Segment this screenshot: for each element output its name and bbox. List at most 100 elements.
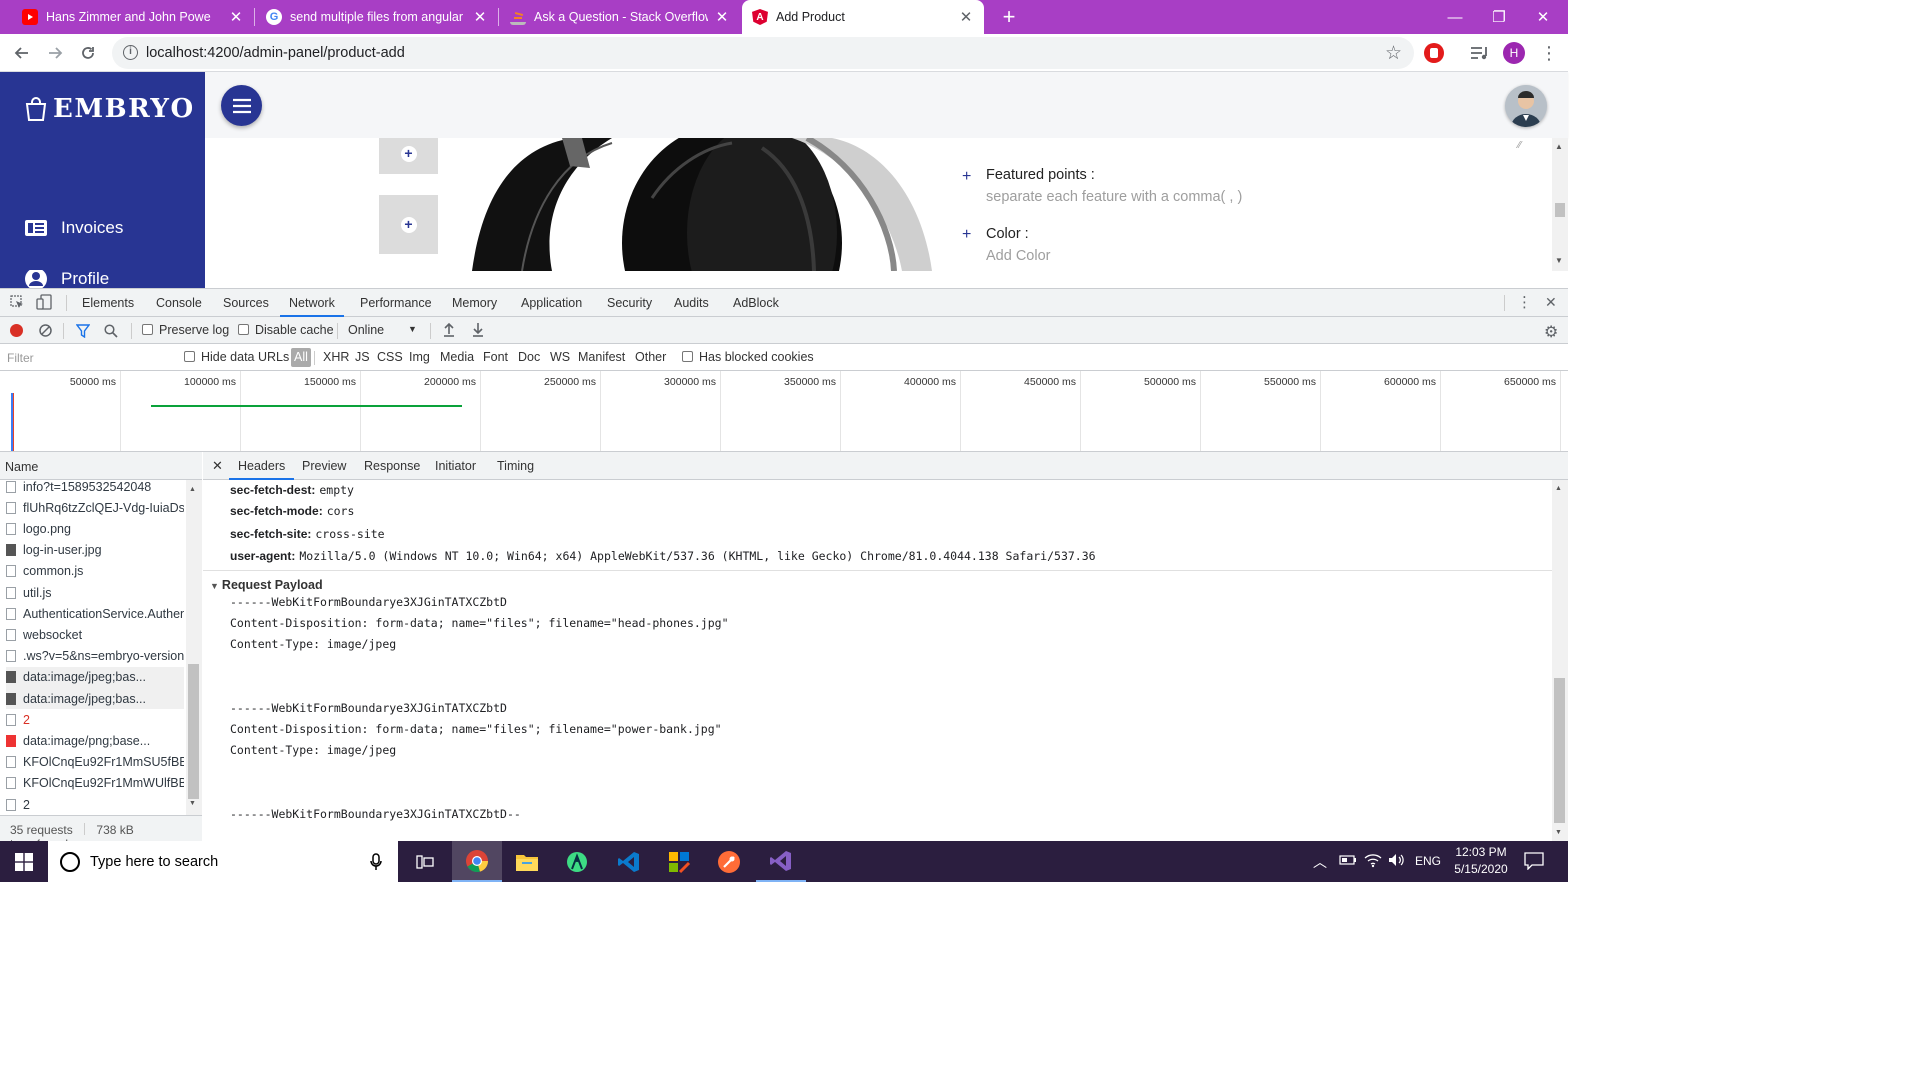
clock[interactable]: 12:03 PM 5/15/2020 — [1446, 844, 1516, 878]
export-har-icon[interactable] — [471, 322, 485, 337]
media-control-icon[interactable] — [1469, 43, 1491, 63]
start-button[interactable] — [0, 841, 48, 882]
taskbar-file-explorer[interactable] — [502, 841, 552, 882]
language-indicator[interactable]: ENG — [1415, 854, 1441, 868]
taskbar-chrome[interactable] — [452, 841, 502, 882]
request-row[interactable]: KFOlCnqEu92Fr1MmWUlfBBc. — [6, 773, 184, 794]
checkbox[interactable] — [142, 324, 153, 335]
tab-network[interactable]: Network — [280, 289, 344, 317]
device-toolbar-icon[interactable] — [36, 294, 52, 310]
tab-timing[interactable]: Timing — [497, 452, 534, 480]
request-row[interactable]: data:image/png;base... — [6, 730, 184, 751]
type-filter-font[interactable]: Font — [483, 350, 508, 364]
featured-points-input[interactable]: separate each feature with a comma( , ) — [986, 189, 1242, 205]
sidebar-item-invoices[interactable]: Invoices — [24, 218, 123, 238]
detail-scrollbar[interactable]: ▲ ▼ — [1552, 480, 1568, 842]
browser-menu-icon[interactable]: ⋮ — [1540, 41, 1558, 65]
scroll-up-arrow[interactable]: ▲ — [189, 486, 196, 493]
tab-sources[interactable]: Sources — [223, 289, 269, 317]
taskbar-visual-studio[interactable] — [756, 841, 806, 882]
new-tab-button[interactable]: + — [996, 4, 1022, 30]
request-row[interactable]: AuthenticationService.Authen — [6, 603, 184, 624]
request-row[interactable]: 2 — [6, 709, 184, 731]
info-icon[interactable]: i — [123, 45, 138, 60]
request-payload-section[interactable]: ▼ Request Payload — [210, 578, 323, 592]
type-filter-img[interactable]: Img — [409, 350, 430, 364]
network-overview-timeline[interactable]: 50000 ms 100000 ms 150000 ms 200000 ms 25000… — [0, 371, 1568, 452]
request-row[interactable]: info?t=1589532542048 — [6, 480, 184, 497]
close-tab-icon[interactable]: ✕ — [472, 8, 488, 26]
hamburger-menu-button[interactable] — [221, 85, 262, 126]
checkbox[interactable] — [682, 351, 693, 362]
request-row[interactable]: logo.png — [6, 518, 184, 539]
scrollbar-thumb[interactable] — [1554, 678, 1565, 823]
devtools-menu-icon[interactable]: ⋮ — [1517, 293, 1532, 311]
taskbar-android-studio[interactable] — [552, 841, 602, 882]
type-filter-other[interactable]: Other — [635, 350, 666, 364]
tab-memory[interactable]: Memory — [452, 289, 497, 317]
tab-console[interactable]: Console — [156, 289, 202, 317]
profile-avatar[interactable]: H — [1503, 42, 1525, 64]
tab-preview[interactable]: Preview — [302, 452, 346, 480]
name-column-header[interactable]: Name — [0, 452, 202, 480]
address-bar[interactable]: i localhost:4200/admin-panel/product-add… — [112, 37, 1414, 69]
adblock-extension-icon[interactable] — [1424, 43, 1444, 63]
forward-button[interactable] — [43, 41, 67, 65]
tab-elements[interactable]: Elements — [82, 289, 134, 317]
taskbar-postman[interactable] — [704, 841, 754, 882]
close-window-button[interactable]: ✕ — [1520, 0, 1566, 34]
scroll-down-arrow[interactable]: ▼ — [1555, 829, 1562, 836]
hide-data-urls-checkbox[interactable]: Hide data URLs — [184, 350, 289, 364]
request-row[interactable]: .ws?v=5&ns=embryo-version- — [6, 646, 184, 667]
filter-input[interactable]: Filter — [2, 347, 172, 367]
request-row[interactable]: log-in-user.jpg — [6, 539, 184, 561]
throttling-select[interactable]: Online ▼ — [348, 323, 420, 337]
close-tab-icon[interactable]: ✕ — [958, 8, 974, 26]
battery-icon[interactable] — [1339, 853, 1357, 867]
request-row[interactable]: websocket — [6, 624, 184, 646]
clear-icon[interactable] — [39, 324, 52, 337]
tab-performance[interactable]: Performance — [360, 289, 432, 317]
type-filter-all[interactable]: All — [291, 348, 311, 367]
request-list-scrollbar[interactable]: ▲ ▼ — [186, 480, 202, 815]
close-tab-icon[interactable]: ✕ — [714, 8, 730, 26]
request-row[interactable]: data:image/jpeg;bas... — [6, 666, 184, 688]
type-filter-ws[interactable]: WS — [550, 350, 570, 364]
checkbox[interactable] — [184, 351, 195, 362]
wifi-icon[interactable] — [1364, 852, 1382, 868]
scrollbar-thumb[interactable] — [188, 664, 199, 799]
scroll-up-arrow[interactable]: ▲ — [1555, 485, 1562, 492]
request-row[interactable]: data:image/jpeg;bas... — [6, 688, 184, 709]
volume-icon[interactable] — [1388, 853, 1406, 867]
record-button[interactable] — [10, 324, 23, 337]
request-row[interactable]: 2 — [6, 794, 184, 815]
type-filter-doc[interactable]: Doc — [518, 350, 540, 364]
checkbox[interactable] — [238, 324, 249, 335]
browser-tab-active[interactable]: A Add Product ✕ — [742, 0, 984, 34]
type-filter-xhr[interactable]: XHR — [323, 350, 349, 364]
restore-button[interactable]: ❐ — [1476, 0, 1522, 34]
tab-audits[interactable]: Audits — [674, 289, 709, 317]
tab-security[interactable]: Security — [607, 289, 652, 317]
tab-response[interactable]: Response — [364, 452, 420, 480]
close-detail-icon[interactable]: ✕ — [212, 458, 223, 474]
type-filter-media[interactable]: Media — [440, 350, 474, 364]
microphone-icon[interactable] — [370, 853, 382, 871]
page-scrollbar[interactable]: ▲ ▼ — [1552, 138, 1568, 271]
expand-triangle-icon[interactable]: ▼ — [210, 581, 219, 591]
browser-tab[interactable]: Ask a Question - Stack Overflow ✕ — [500, 0, 740, 34]
taskbar-vscode[interactable] — [604, 841, 654, 882]
back-button[interactable] — [10, 41, 34, 65]
search-icon[interactable] — [104, 324, 118, 338]
reload-button[interactable] — [76, 41, 100, 65]
textarea-resize-handle[interactable]: ⁄⁄ — [1518, 140, 1530, 151]
has-blocked-cookies-checkbox[interactable]: Has blocked cookies — [682, 350, 814, 364]
preserve-log-checkbox[interactable]: Preserve log — [142, 323, 229, 337]
brand-logo[interactable]: EMBRYO — [24, 94, 195, 124]
taskbar-snipping-app[interactable] — [654, 841, 704, 882]
browser-tab[interactable]: Hans Zimmer and John Powe ✕ — [12, 0, 254, 34]
tab-headers[interactable]: Headers — [229, 452, 295, 480]
type-filter-js[interactable]: JS — [355, 350, 370, 364]
color-input[interactable]: Add Color — [986, 248, 1050, 264]
scroll-down-arrow[interactable]: ▼ — [1555, 256, 1563, 265]
